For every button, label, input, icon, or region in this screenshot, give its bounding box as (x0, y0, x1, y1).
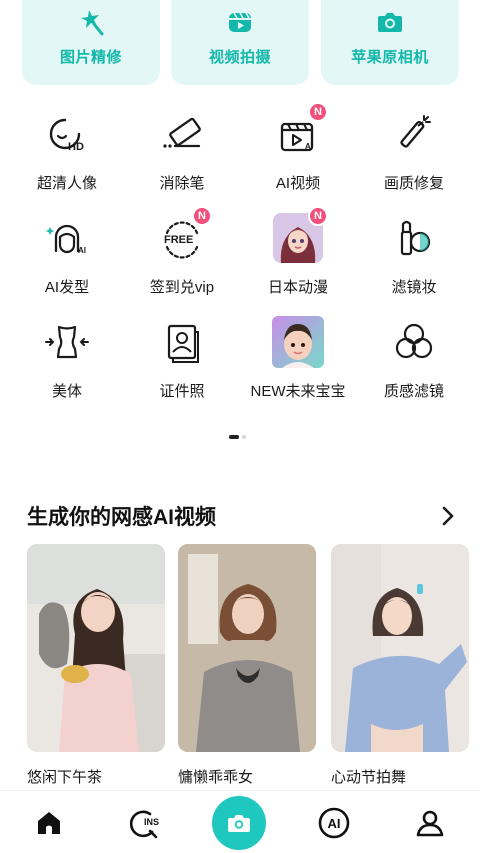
top-card-label: 图片精修 (59, 49, 122, 66)
tool-quality-repair[interactable]: 画质修复 (354, 108, 474, 193)
svg-text:AI: AI (305, 142, 313, 151)
grid-row: AI AI发型 FREE N 签到兑vip N 日本动漫 滤镜妆 (0, 206, 480, 316)
page-dot-active (229, 435, 239, 439)
section-title: 生成你的网感AI视频 (27, 506, 216, 529)
tool-label: AI发型 (44, 279, 90, 296)
video-caption: 慵懒乖乖女 (178, 769, 254, 786)
video-clapper-icon (229, 12, 251, 32)
top-card-label: 视频拍摄 (208, 49, 271, 66)
bottom-nav: INS AI (0, 790, 480, 853)
home-icon (38, 812, 60, 834)
tool-ai-video[interactable]: AI N AI视频 (238, 102, 358, 193)
tool-label: 超清人像 (36, 175, 97, 192)
top-card-label: 苹果原相机 (351, 49, 429, 66)
tool-japanese-anime[interactable]: N 日本动漫 (238, 206, 358, 297)
future-baby-thumbnail (272, 316, 324, 368)
tool-checkin-vip[interactable]: FREE N 签到兑vip (122, 206, 242, 297)
id-photo-icon (167, 324, 199, 363)
svg-text:HD: HD (68, 141, 84, 153)
tool-label: AI视频 (275, 175, 321, 192)
tool-label: 滤镜妆 (391, 279, 437, 296)
hd-face-icon: HD (49, 118, 84, 153)
ins-search-icon: INS (129, 810, 159, 839)
video-caption: 心动节拍舞 (331, 769, 407, 786)
tool-label: NEW未来宝宝 (250, 383, 346, 400)
video-thumbnail-image (27, 544, 165, 752)
camera-icon (228, 815, 250, 832)
tool-future-baby[interactable]: NEW未来宝宝 (238, 316, 358, 401)
new-badge: N (192, 206, 212, 226)
tool-label: 美体 (51, 383, 82, 400)
new-badge: N (308, 102, 328, 122)
person-icon (416, 810, 444, 837)
ai-icon: AI (318, 807, 350, 839)
new-badge: N (308, 206, 328, 226)
top-card-video-shoot[interactable]: 视频拍摄 (171, 0, 309, 85)
video-card[interactable] (178, 544, 316, 752)
tool-makeup-filter[interactable]: 滤镜妆 (354, 212, 474, 297)
nav-camera-button[interactable] (212, 796, 266, 850)
top-cards: 图片精修 视频拍摄 苹果原相机 (0, 0, 480, 86)
tool-label: 消除笔 (159, 175, 205, 192)
tool-eraser[interactable]: 消除笔 (122, 108, 242, 193)
top-card-photo-retouch[interactable]: 图片精修 (22, 0, 160, 85)
texture-filter-icon (395, 323, 433, 359)
nav-ins-text: INS (144, 817, 159, 827)
svg-text:AI: AI (78, 246, 86, 255)
page-indicator (229, 435, 246, 439)
ai-hairstyle-icon: AI (45, 224, 86, 255)
tool-label: 质感滤镜 (383, 383, 444, 400)
magic-star-icon (81, 10, 104, 36)
tool-hd-portrait[interactable]: HD 超清人像 (7, 108, 127, 193)
tool-label: 签到兑vip (149, 279, 215, 296)
video-caption: 悠闲下午茶 (27, 769, 103, 786)
tool-ai-hairstyle[interactable]: AI AI发型 (7, 212, 127, 297)
video-card[interactable] (27, 544, 165, 752)
body-shape-icon (45, 325, 89, 359)
nav-ai[interactable]: AI (316, 805, 352, 841)
top-card-apple-camera[interactable]: 苹果原相机 (321, 0, 459, 85)
camera-icon (378, 13, 402, 32)
tools-grid: HD 超清人像 消除笔 AI N AI视频 画质修复 AI AI发型 FREE … (0, 102, 480, 420)
video-card[interactable] (331, 544, 469, 752)
tool-id-photo[interactable]: 证件照 (122, 316, 242, 401)
grid-row: HD 超清人像 消除笔 AI N AI视频 画质修复 (0, 102, 480, 212)
eraser-icon (163, 117, 201, 148)
tool-label: 证件照 (159, 383, 205, 400)
nav-ins[interactable]: INS (127, 805, 163, 841)
nav-profile[interactable] (412, 805, 448, 841)
video-thumbnail-image (178, 544, 316, 752)
grid-row: 美体 证件照 NEW未来宝宝 质感滤镜 (0, 316, 480, 420)
makeup-filter-icon (400, 220, 431, 256)
tool-body-shape[interactable]: 美体 (7, 316, 127, 401)
video-thumbnail-image (331, 544, 469, 752)
svg-text:FREE: FREE (164, 234, 193, 246)
nav-home[interactable] (31, 805, 67, 841)
tool-label: 日本动漫 (267, 279, 328, 296)
tool-texture-filter[interactable]: 质感滤镜 (354, 316, 474, 401)
magic-wand-icon (400, 115, 431, 148)
tool-label: 画质修复 (383, 175, 444, 192)
page-dot (242, 435, 246, 439)
chevron-right-icon[interactable] (438, 504, 458, 528)
nav-ai-text: AI (328, 816, 341, 831)
